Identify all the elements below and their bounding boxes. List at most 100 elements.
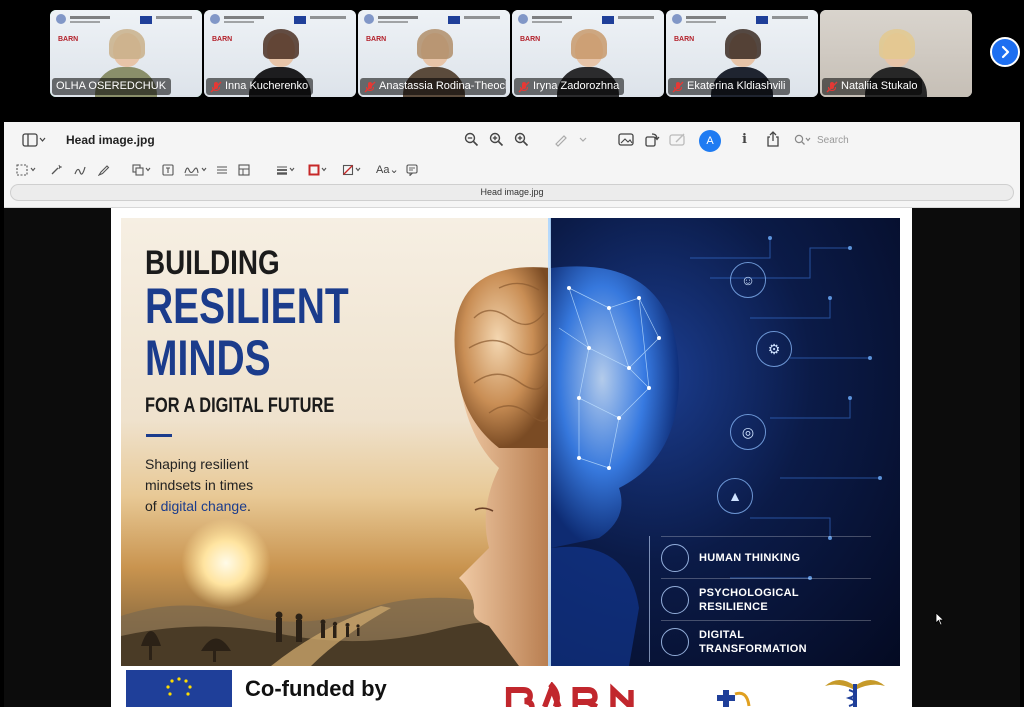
participant-name: Inna Kucherenko [225,80,309,92]
sign-tool[interactable] [184,164,210,176]
tagline-line-3: of digital change. [145,496,295,517]
fill-color-tool[interactable] [342,164,364,176]
window-title: Head image.jpg [66,133,155,147]
barn-logo [505,680,649,707]
participant-tile[interactable]: BARN Iryna Zadorozhna [512,10,664,97]
share-icon [767,131,779,147]
mouse-cursor-icon [935,612,945,626]
sliders-icon [217,166,227,174]
share-button[interactable] [766,131,780,147]
participant-tile[interactable]: Nataliia Stukalo [820,10,972,97]
participant-name: OLHA OSEREDCHUK [56,80,167,92]
sketch-tool[interactable] [74,164,86,176]
feature-item: PSYCHOLOGICAL RESILIENCE [661,578,871,620]
feature-item: HUMAN THINKING [661,536,871,578]
search-icon [794,134,811,145]
info-button[interactable]: i [742,132,747,147]
eu-flag-logo [126,670,232,707]
draw-icon [98,165,110,176]
text-style-tool[interactable]: Aa⌄ [376,163,399,176]
file-tab[interactable]: Head image.jpg [10,184,1014,201]
participant-name-label: Nataliia Stukalo [822,78,923,95]
image-icon [618,133,634,146]
tagline-highlight: digital change [160,498,247,514]
participant-tile[interactable]: BARN Inna Kucherenko [204,10,356,97]
feature-label-line-1: HUMAN THINKING [699,551,801,564]
feature-icon [661,585,689,614]
info-icon: i [742,132,747,147]
feature-item: DIGITAL TRANSFORMATION [661,620,871,662]
markup-pen-button[interactable] [554,132,588,147]
sidebar-icon [22,133,46,147]
adjust-size-tool[interactable] [238,164,250,176]
selection-tool[interactable] [16,164,40,176]
participant-tile[interactable]: BARN Ekaterina Kldiashvili [666,10,818,97]
participant-name-label: OLHA OSEREDCHUK [52,78,172,95]
shapes-tool[interactable] [132,164,154,176]
mic-off-icon [672,81,684,93]
feature-label: HUMAN THINKING [699,551,800,565]
instant-alpha-tool[interactable] [50,164,62,176]
participant-strip: BARN OLHA OSEREDCHUK BARN Inna Kucherenko BA… [50,10,972,97]
feature-divider-line [649,536,650,662]
mic-off-icon [210,81,222,93]
feature-label: PSYCHOLOGICAL RESILIENCE [699,586,799,614]
tagline-prefix: of [145,498,161,514]
rotate-button[interactable] [644,132,660,147]
participant-tile[interactable]: BARNAnastassia Rodina-Theocharaki [358,10,510,97]
poster-footer: Co-funded by [121,668,900,707]
zoom-fit-button[interactable] [514,132,529,147]
accessibility-button[interactable]: A [699,130,721,152]
poster-title-resilient-minds: RESILIENT MINDS [145,280,349,384]
feature-label-line-1: DIGITAL [699,628,745,641]
next-participants-button[interactable] [990,37,1020,67]
resize-icon [238,164,250,176]
zoom-out-button[interactable] [464,132,479,147]
poster-image: ☺ ⚙ ◎ ▲ BUILDING RESILIENT MINDS FOR A D… [121,218,900,666]
text-tool[interactable] [162,164,174,176]
participant-name: Anastassia Rodina-Theocharaki [379,80,506,92]
accent-rule [146,434,172,437]
tagline-line-2: mindsets in times [145,477,254,493]
draw-tool[interactable] [98,164,110,176]
tagline-period: . [246,498,251,514]
search-placeholder: Search [817,134,849,146]
line-weight-icon [277,166,295,175]
zoom-out-icon [464,132,479,147]
participant-name-label: Anastassia Rodina-Theocharaki [360,78,506,95]
markup-toolbar: Aa⌄ [4,160,1020,182]
border-color-icon [308,164,327,176]
search-field[interactable]: Search [794,130,994,150]
signature-icon [184,167,207,176]
feature-label: DIGITAL TRANSFORMATION [699,628,807,656]
chevron-right-icon [1001,45,1010,59]
annotate-button[interactable] [669,132,687,147]
line-style-tool[interactable] [276,164,298,176]
note-tool[interactable] [406,164,418,176]
sidebar-toggle-button[interactable] [22,133,46,152]
zoom-in-button[interactable] [489,132,504,147]
graduation-cap-icon: ▲ [717,478,753,514]
feature-icon [661,627,689,656]
participant-name-label: Ekaterina Kldiashvili [668,78,791,95]
participant-name: Ekaterina Kldiashvili [687,80,786,92]
feature-icon [661,543,689,572]
markup-icon [669,133,685,146]
zoom-in-icon [489,132,504,147]
accessibility-icon: A [706,135,714,147]
globe-icon: ◎ [730,414,766,450]
fill-color-icon [342,164,361,176]
slideshow-button[interactable] [618,132,634,147]
note-icon [406,164,418,176]
poster-title-resilient: RESILIENT [145,278,349,334]
adjust-color-tool[interactable] [216,164,228,176]
feature-label-line-2: RESILIENCE [699,600,769,613]
participant-name-label: Iryna Zadorozhna [514,78,625,95]
split-line [548,218,551,666]
border-color-tool[interactable] [308,164,330,176]
shapes-icon [132,164,151,176]
participant-tile[interactable]: BARN OLHA OSEREDCHUK [50,10,202,97]
participant-name-label: Inna Kucherenko [206,78,314,95]
font-icon: Aa⌄ [376,164,399,176]
poster-title-minds: MINDS [145,330,271,386]
